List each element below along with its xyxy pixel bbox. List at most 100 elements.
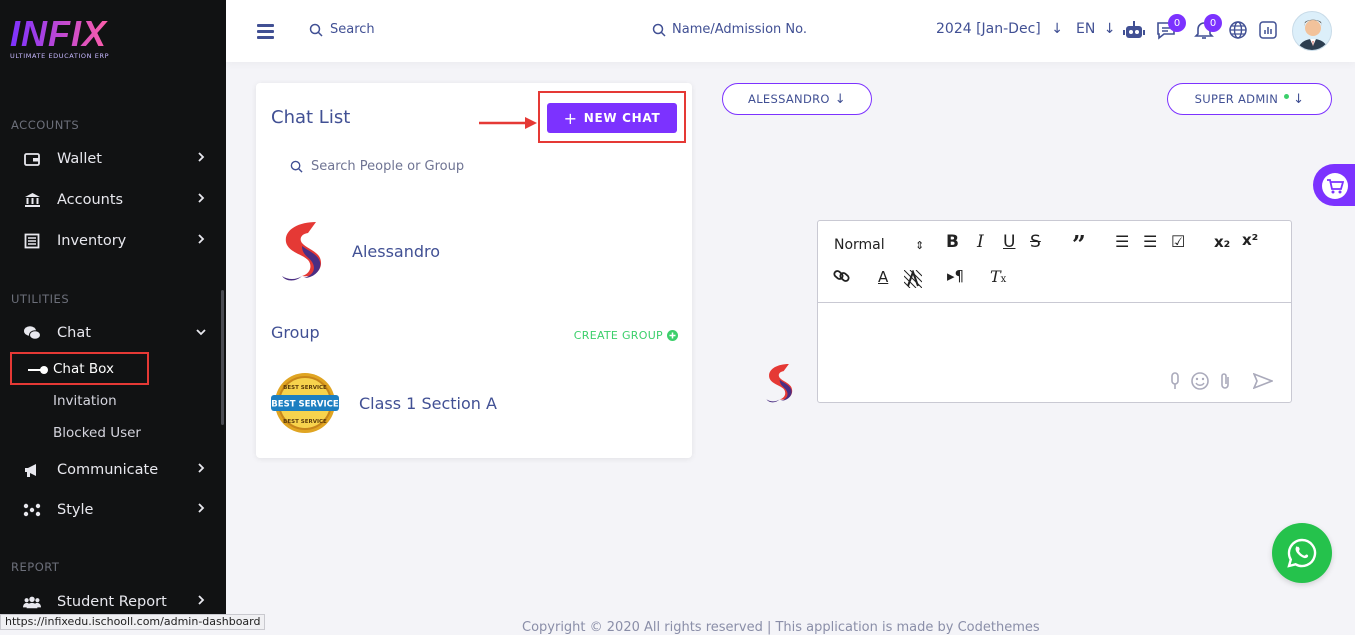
brand-logo[interactable]: INFIX ULTIMATE EDUCATION ERP — [10, 14, 110, 61]
messages-badge: 0 — [1168, 14, 1186, 32]
updown-icon: ⇕ — [915, 239, 925, 252]
global-search[interactable]: Search — [309, 22, 375, 37]
attachment-icon[interactable] — [1219, 372, 1231, 390]
sidebar-item-label: Inventory — [57, 233, 127, 249]
format-select[interactable]: Normal ⇕ — [834, 237, 924, 253]
sidebar-item-accounts[interactable]: Accounts — [0, 182, 222, 218]
wallet-icon — [23, 150, 41, 168]
people-search-input[interactable]: Search People or Group — [290, 159, 464, 174]
admission-search[interactable]: Name/Admission No. — [652, 22, 807, 37]
users-icon — [23, 593, 41, 611]
italic-icon[interactable]: I — [977, 232, 984, 252]
superscript-icon[interactable]: x² — [1242, 231, 1258, 249]
format-select-value: Normal — [834, 237, 885, 253]
messages-icon[interactable]: 0 — [1154, 14, 1186, 42]
contact-avatar — [282, 222, 322, 281]
search-icon — [652, 23, 666, 37]
whatsapp-button[interactable] — [1272, 523, 1332, 583]
chevron-down-icon — [196, 329, 206, 336]
add-circle-icon — [667, 330, 678, 341]
sidebar-item-communicate[interactable]: Communicate — [0, 452, 222, 488]
bold-icon[interactable]: B — [946, 232, 959, 252]
role-dropdown-button[interactable]: SUPER ADMIN ↓ — [1167, 83, 1332, 115]
brand-name: INFIX — [10, 14, 109, 54]
chat-icon — [23, 324, 41, 342]
sidebar-scrollbar[interactable] — [221, 290, 224, 425]
report-chart-icon[interactable] — [1256, 18, 1280, 42]
menu-toggle-icon[interactable] — [257, 24, 274, 42]
background-color-icon[interactable] — [903, 269, 923, 293]
subscript-icon[interactable]: x₂ — [1214, 233, 1230, 251]
brand-tagline: ULTIMATE EDUCATION ERP — [10, 52, 110, 60]
admission-search-label: Name/Admission No. — [672, 22, 807, 37]
create-group-button[interactable]: CREATE GROUP — [574, 329, 678, 342]
annotation-arrow-icon — [479, 117, 537, 129]
microphone-icon[interactable] — [1169, 372, 1181, 390]
people-search-placeholder: Search People or Group — [311, 159, 465, 174]
inventory-icon — [23, 232, 41, 250]
badge-top-text: BEST SERVICE — [283, 385, 327, 391]
globe-icon[interactable] — [1226, 18, 1250, 42]
clear-format-icon[interactable]: Tx — [990, 267, 1006, 286]
user-avatar[interactable] — [1292, 11, 1332, 51]
sidebar-subitem-blocked-user[interactable]: Blocked User — [53, 425, 141, 441]
contact-name: Alessandro — [352, 241, 441, 261]
check-list-icon[interactable]: ☑ — [1171, 232, 1185, 251]
sidebar-subitem-invitation[interactable]: Invitation — [53, 393, 117, 409]
language-value: EN — [1076, 21, 1096, 37]
browser-status-url: https://infixedu.ischooll.com/admin-dash… — [0, 614, 266, 630]
chat-list-title: Chat List — [271, 107, 351, 128]
group-avatar: BEST SERVICE BEST SERVICE BEST SERVICE — [271, 373, 339, 433]
arrow-down-icon: ↓ — [834, 91, 846, 107]
text-color-icon[interactable]: A — [878, 268, 888, 286]
chat-list-card: Chat List + NEW CHAT Search People or Gr… — [256, 83, 692, 458]
quote-icon[interactable]: ” — [1072, 230, 1086, 259]
sidebar-item-chat[interactable]: Chat — [0, 315, 222, 351]
sidebar-subitem-chat-box[interactable]: Chat Box — [10, 352, 149, 385]
cart-icon — [1327, 179, 1344, 194]
send-icon[interactable] — [1253, 373, 1273, 389]
chevron-right-icon — [198, 463, 205, 473]
search-icon — [290, 160, 303, 173]
sidebar-item-label: Accounts — [57, 192, 124, 208]
bullet-list-icon[interactable]: ☰ — [1143, 232, 1157, 251]
chevron-right-icon — [198, 193, 205, 203]
chevron-right-icon — [198, 503, 205, 513]
link-icon[interactable] — [833, 267, 851, 290]
section-title-accounts: ACCOUNTS — [11, 118, 80, 132]
notifications-icon[interactable]: 0 — [1192, 14, 1222, 42]
message-editor: Normal ⇕ B I U S ” ☰ ☰ ☑ x₂ x² A ▸¶ Tx — [817, 220, 1292, 403]
robot-icon[interactable] — [1122, 18, 1146, 42]
group-item[interactable]: BEST SERVICE BEST SERVICE BEST SERVICE C… — [271, 371, 497, 435]
academic-year-value: 2024 [Jan-Dec] — [936, 21, 1041, 37]
strike-icon[interactable]: S — [1030, 232, 1041, 252]
sidebar-item-label: Student Report — [57, 594, 167, 610]
emoji-icon[interactable] — [1191, 372, 1209, 390]
sidebar-item-inventory[interactable]: Inventory — [0, 223, 222, 259]
plus-icon: + — [563, 108, 578, 128]
search-label: Search — [330, 22, 375, 37]
contact-item[interactable]: Alessandro — [276, 216, 440, 286]
notifications-badge: 0 — [1204, 14, 1222, 32]
active-indicator-dot — [40, 366, 48, 374]
language-select[interactable]: EN ↓ — [1076, 21, 1116, 37]
sidebar-item-wallet[interactable]: Wallet — [0, 141, 222, 177]
contact-dropdown-label: ALESSANDRO — [748, 92, 830, 106]
text-direction-icon[interactable]: ▸¶ — [947, 267, 964, 285]
cart-tab[interactable] — [1313, 164, 1355, 206]
editor-toolbar: Normal ⇕ B I U S ” ☰ ☰ ☑ x₂ x² A ▸¶ Tx — [818, 221, 1291, 303]
underline-icon[interactable]: U — [1003, 232, 1015, 252]
chevron-right-icon — [198, 595, 205, 605]
create-group-label: CREATE GROUP — [573, 329, 663, 342]
chevron-right-icon — [198, 234, 205, 244]
sidebar-item-style[interactable]: Style — [0, 492, 222, 528]
section-title-utilities: UTILITIES — [11, 292, 70, 306]
new-chat-button[interactable]: + NEW CHAT — [547, 103, 677, 133]
sidebar-item-label: Wallet — [57, 151, 102, 167]
style-icon — [23, 501, 41, 519]
section-title-report: REPORT — [11, 560, 60, 574]
contact-dropdown-button[interactable]: ALESSANDRO ↓ — [722, 83, 872, 115]
arrow-down-icon: ↓ — [1293, 91, 1305, 107]
ordered-list-icon[interactable]: ☰ — [1115, 232, 1129, 251]
academic-year-select[interactable]: 2024 [Jan-Dec] ↓ — [936, 21, 1063, 37]
